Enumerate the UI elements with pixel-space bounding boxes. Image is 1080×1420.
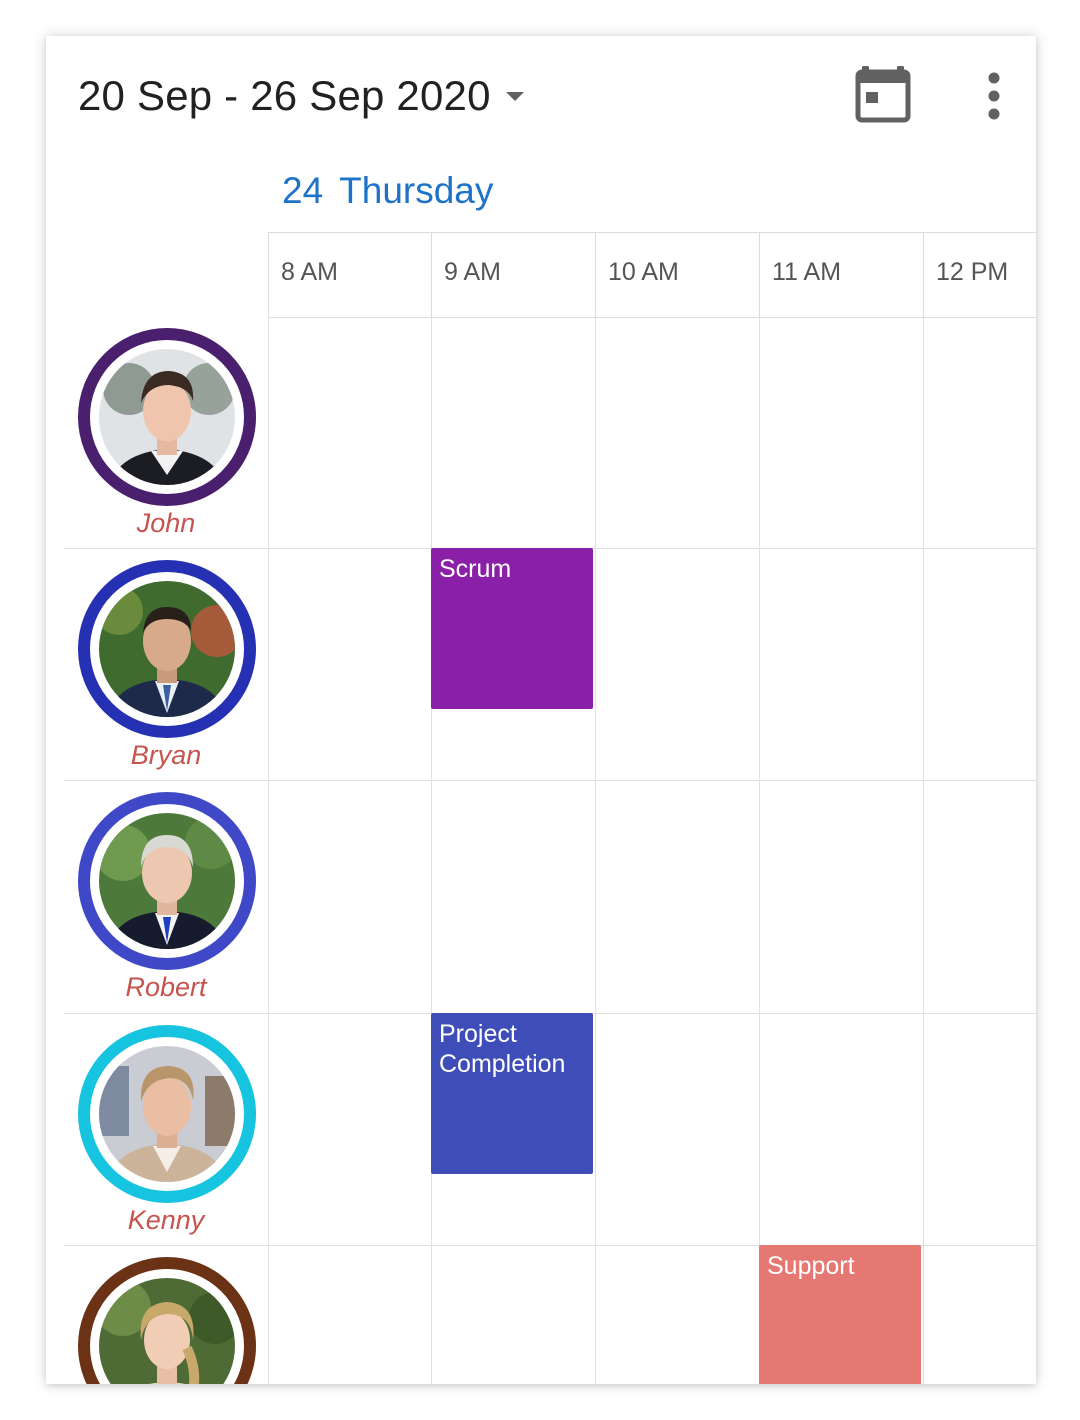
avatar bbox=[99, 1046, 235, 1182]
time-label: 10 AM bbox=[608, 258, 679, 286]
resource-grid[interactable]: John Bryan Robert Kenny Scrum Project Co… bbox=[64, 316, 1036, 1384]
resource-5[interactable] bbox=[64, 1245, 268, 1384]
time-label: 11 AM bbox=[772, 258, 842, 286]
calendar-today-icon[interactable] bbox=[852, 62, 918, 128]
day-header[interactable]: 24 Thursday bbox=[282, 170, 509, 212]
appointment-title: Scrum bbox=[439, 555, 512, 583]
more-vert-icon[interactable] bbox=[972, 66, 1016, 126]
grid-divider bbox=[431, 316, 432, 1384]
avatar bbox=[99, 813, 235, 949]
time-slot-header: 8 AM 9 AM 10 AM 11 AM 12 PM bbox=[268, 232, 1036, 318]
time-slot-11am: 11 AM bbox=[759, 233, 923, 317]
grid-divider bbox=[268, 316, 269, 1384]
time-slot-9am: 9 AM bbox=[431, 233, 595, 317]
grid-divider bbox=[595, 316, 596, 1384]
avatar bbox=[99, 1278, 235, 1384]
day-name: Thursday bbox=[339, 170, 494, 211]
appointment-title: Project Completion bbox=[439, 1020, 566, 1078]
time-label: 12 PM bbox=[936, 258, 1009, 286]
avatar-ring bbox=[78, 328, 256, 506]
time-slot-8am: 8 AM bbox=[268, 233, 431, 317]
time-label: 9 AM bbox=[444, 258, 501, 286]
scheduler-header: 20 Sep - 26 Sep 2020 bbox=[46, 36, 1036, 156]
appointment-support[interactable]: Support bbox=[759, 1245, 921, 1384]
avatar-ring bbox=[78, 560, 256, 738]
day-number: 24 bbox=[282, 170, 324, 211]
timeline: 8 AM 9 AM 10 AM 11 AM 12 PM John Bryan R… bbox=[64, 232, 1036, 1384]
avatar-ring bbox=[78, 792, 256, 970]
time-slot-10am: 10 AM bbox=[595, 233, 759, 317]
appointment-scrum[interactable]: Scrum bbox=[431, 548, 593, 709]
grid-divider bbox=[759, 316, 760, 1384]
resource-kenny[interactable]: Kenny bbox=[64, 1013, 268, 1245]
resource-bryan[interactable]: Bryan bbox=[64, 548, 268, 780]
date-range-title[interactable]: 20 Sep - 26 Sep 2020 bbox=[78, 72, 491, 120]
scheduler-card: 20 Sep - 26 Sep 2020 24 Thursday 8 AM 9 A bbox=[46, 36, 1036, 1384]
resource-name: Bryan bbox=[130, 740, 202, 770]
resource-name: John bbox=[136, 508, 196, 538]
appointment-title: Support bbox=[767, 1252, 855, 1280]
time-label: 8 AM bbox=[281, 258, 338, 286]
resource-robert[interactable]: Robert bbox=[64, 780, 268, 1012]
resource-name: Kenny bbox=[127, 1205, 205, 1235]
avatar-ring bbox=[78, 1025, 256, 1203]
avatar bbox=[99, 349, 235, 485]
avatar-ring bbox=[78, 1257, 256, 1384]
chevron-down-icon[interactable] bbox=[506, 92, 524, 101]
grid-divider bbox=[923, 316, 924, 1384]
appointment-project-completion[interactable]: Project Completion bbox=[431, 1013, 593, 1174]
resource-john[interactable]: John bbox=[64, 316, 268, 548]
avatar bbox=[99, 581, 235, 717]
time-slot-12pm: 12 PM bbox=[923, 233, 1036, 317]
resource-name: Robert bbox=[125, 972, 207, 1002]
